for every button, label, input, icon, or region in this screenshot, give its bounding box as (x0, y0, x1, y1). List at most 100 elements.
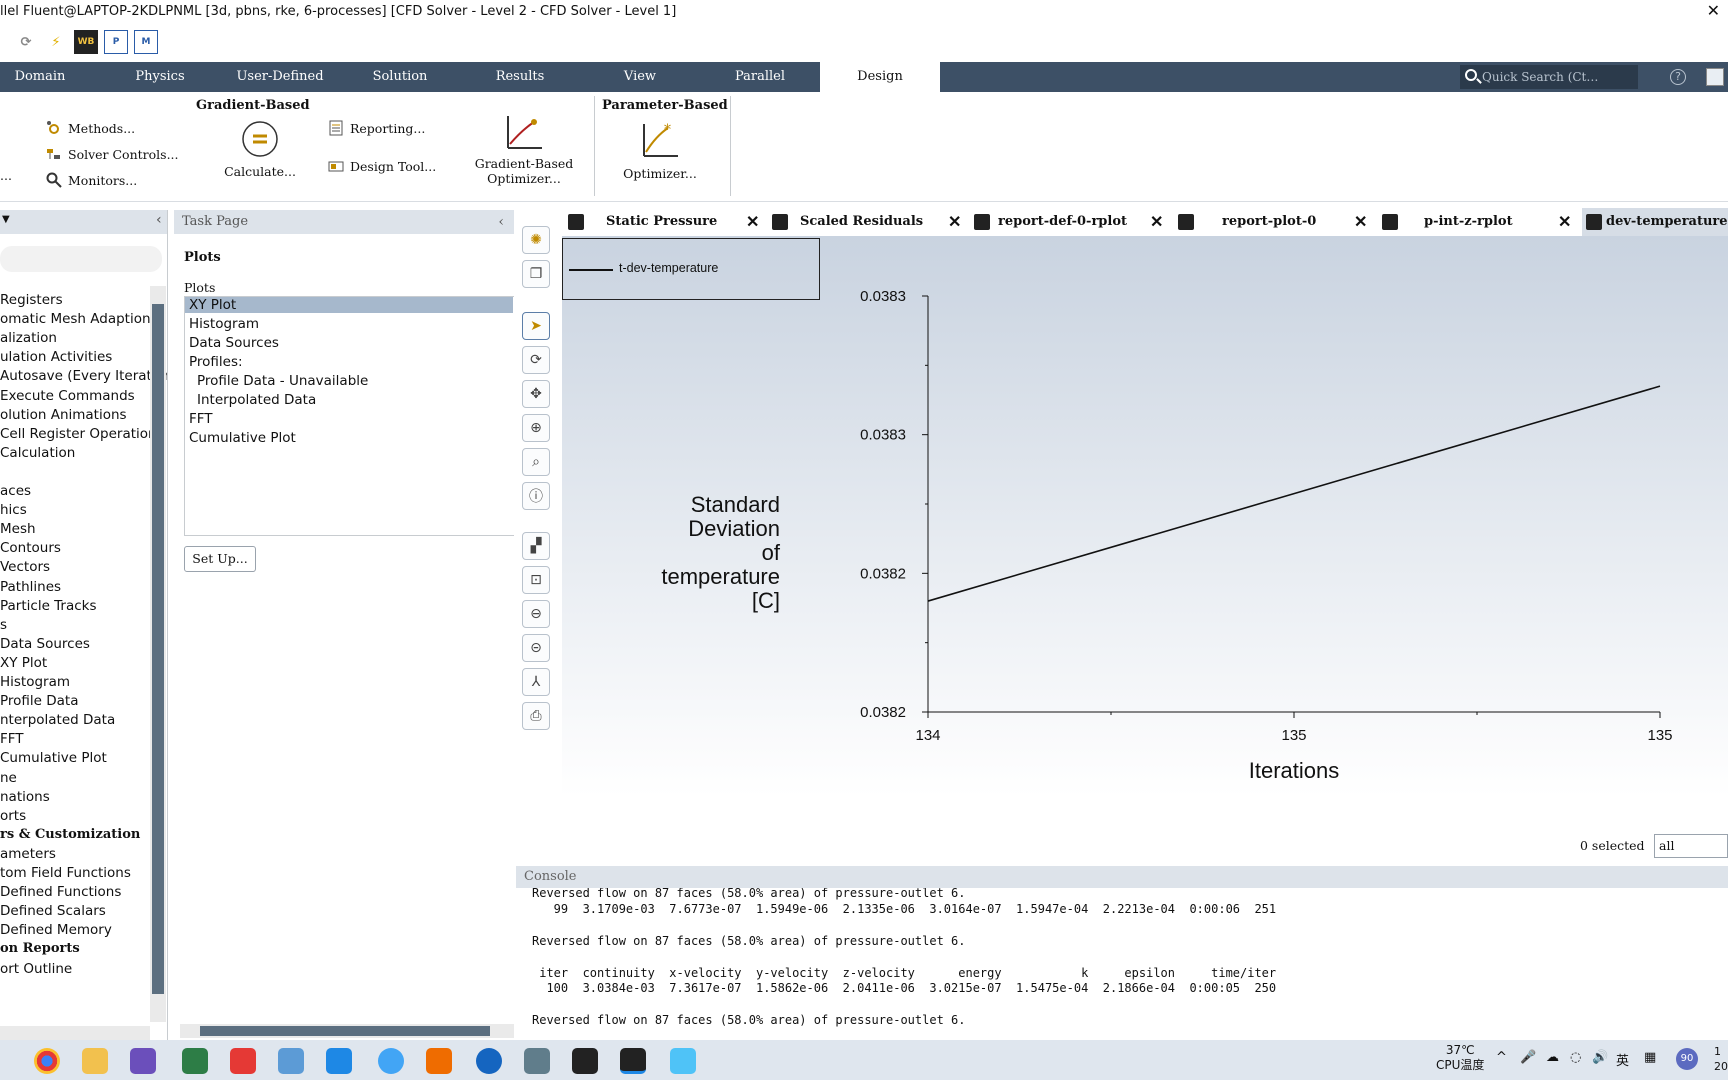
list-item-data-sources[interactable]: Data Sources (189, 335, 279, 351)
app-icon[interactable] (378, 1048, 404, 1074)
tree-search-input[interactable] (0, 246, 162, 272)
list-item-cumulative-plot[interactable]: Cumulative Plot (189, 430, 296, 446)
reporting-button[interactable]: Reporting... (328, 120, 425, 136)
tree-item[interactable]: ameters (0, 846, 56, 862)
tab-static-pressure[interactable]: Static Pressure ✕ (566, 208, 762, 236)
list-item-profile-data[interactable]: Profile Data - Unavailable (197, 373, 368, 389)
tree-item[interactable]: Registers (0, 292, 63, 308)
list-item-profiles[interactable]: Profiles: (189, 354, 243, 370)
file-explorer-icon[interactable] (82, 1048, 108, 1074)
tree-item[interactable]: alization (0, 330, 57, 346)
monitors-button[interactable]: Monitors... (46, 172, 137, 188)
close-tab-icon[interactable]: ✕ (948, 208, 961, 236)
fit-icon[interactable]: ▞ (522, 532, 550, 560)
microphone-tray-icon[interactable]: 🎤 (1520, 1050, 1536, 1065)
tab-design[interactable]: Design (820, 62, 940, 92)
close-tab-icon[interactable]: ✕ (1150, 208, 1163, 236)
zoom-in-icon[interactable]: ⊕ (522, 414, 550, 442)
tab-view[interactable]: View (600, 62, 680, 92)
wifi-icon[interactable]: ◌ (1570, 1050, 1581, 1065)
plot-area[interactable]: 0.0383 0.0383 0.0382 0.0382 134 135 135 Iterati… (562, 236, 1728, 826)
tree-item[interactable]: ort Outline (0, 961, 72, 977)
workbench-icon[interactable]: WB (74, 30, 98, 54)
tree-item[interactable]: Defined Memory (0, 922, 112, 938)
app-icon[interactable] (182, 1048, 208, 1074)
panel-toggle-icon[interactable] (1706, 68, 1724, 86)
console-output[interactable]: Reversed flow on 87 faces (58.0% area) o… (516, 888, 1728, 1038)
legend[interactable]: t-dev-temperature (562, 238, 820, 300)
tree-item[interactable]: Data Sources (0, 636, 90, 652)
list-item-xy-plot[interactable]: XY Plot (185, 297, 513, 313)
tree-item[interactable]: FFT (0, 731, 24, 747)
pointer-icon[interactable]: ➤ (522, 312, 550, 340)
tree-item[interactable]: olution Animations (0, 407, 127, 423)
tree-item[interactable]: omatic Mesh Adaption (0, 311, 151, 327)
app-icon[interactable] (670, 1048, 696, 1074)
volume-icon[interactable]: 🔊 (1592, 1050, 1608, 1065)
tree-item[interactable]: Autosave (Every Iteration (0, 368, 167, 384)
pan-icon[interactable]: ✥ (522, 380, 550, 408)
methods-button[interactable]: Methods... (46, 120, 135, 136)
window-close-button[interactable]: ✕ (1707, 0, 1720, 22)
tab-physics[interactable]: Physics (120, 62, 200, 92)
tree-item[interactable]: nterpolated Data (0, 712, 115, 728)
tree-scroll-thumb[interactable] (152, 304, 164, 994)
collapse-left-icon[interactable]: ‹ (156, 212, 162, 228)
chevron-up-icon[interactable]: ^ (1496, 1050, 1507, 1065)
quick-search-input[interactable]: Quick Search (Ct… (1460, 65, 1638, 89)
tree-item[interactable]: Mesh (0, 521, 36, 537)
parameters-icon[interactable]: P (104, 30, 128, 54)
tab-scaled-residuals[interactable]: Scaled Residuals ✕ (770, 208, 966, 236)
tree-item[interactable]: s (0, 617, 7, 633)
tab-solution[interactable]: Solution (360, 62, 440, 92)
close-tab-icon[interactable]: ✕ (746, 208, 759, 236)
app-icon[interactable] (130, 1048, 156, 1074)
tree-item[interactable]: orts (0, 808, 26, 824)
setup-button[interactable]: Set Up... (184, 546, 256, 572)
close-tab-icon[interactable]: ✕ (1558, 208, 1571, 236)
tree-section[interactable]: on Reports (0, 941, 80, 956)
tree-item[interactable]: Contours (0, 540, 61, 556)
tree-item[interactable]: aces (0, 483, 31, 499)
tree-item[interactable]: ulation Activities (0, 349, 112, 365)
zoom-out-icon[interactable]: ⊝ (522, 634, 550, 662)
display-options-icon[interactable]: ✺ (522, 226, 550, 254)
tree-section[interactable]: rs & Customization (0, 827, 140, 842)
tree-horizontal-scrollbar[interactable] (0, 1026, 150, 1040)
tree-item[interactable]: Cell Register Operations (0, 426, 164, 442)
tree-item[interactable]: nations (0, 789, 50, 805)
help-icon[interactable]: ? (1670, 69, 1686, 85)
tab-user-defined[interactable]: User-Defined (224, 62, 336, 92)
tab-parallel[interactable]: Parallel (720, 62, 800, 92)
microphone-icon[interactable] (426, 1048, 452, 1074)
tree-item[interactable]: ne (0, 770, 17, 786)
zoom-icon[interactable]: ⌕ (522, 448, 550, 476)
tree-item[interactable]: Pathlines (0, 579, 61, 595)
tree-item[interactable]: Calculation (0, 445, 75, 461)
solver-controls-button[interactable]: Solver Controls... (46, 146, 179, 162)
info-icon[interactable]: ⓘ (522, 482, 550, 510)
app-icon[interactable] (524, 1048, 550, 1074)
tab-results[interactable]: Results (480, 62, 560, 92)
tree-item[interactable]: hics (0, 502, 27, 518)
tree-item[interactable]: Vectors (0, 559, 50, 575)
app-icon[interactable] (476, 1048, 502, 1074)
tab-p-int-z-rplot[interactable]: p-int-z-rplot ✕ (1380, 208, 1576, 236)
tab-domain[interactable]: Domain (0, 62, 80, 92)
tree-item[interactable]: Cumulative Plot (0, 750, 107, 766)
tree-item[interactable]: Execute Commands (0, 388, 135, 404)
rotate-icon[interactable]: ⟳ (522, 346, 550, 374)
list-item-fft[interactable]: FFT (189, 411, 213, 427)
tree-item[interactable]: tom Field Functions (0, 865, 131, 881)
tab-dev-temperature[interactable]: dev-temperature- (1582, 208, 1728, 236)
design-tool-button[interactable]: Design Tool... (328, 158, 436, 174)
tree-item[interactable]: Defined Scalars (0, 903, 106, 919)
zoom-previous-icon[interactable]: ⊖ (522, 600, 550, 628)
tab-report-plot-0[interactable]: report-plot-0 ✕ (1176, 208, 1372, 236)
tree-item[interactable]: Defined Functions (0, 884, 121, 900)
collapse-task-icon[interactable]: ‹ (498, 210, 504, 234)
gradient-optimizer-button[interactable]: Gradient-Based Optimizer... (468, 112, 580, 186)
workbench-taskbar-icon[interactable] (572, 1048, 598, 1074)
clock[interactable]: 1 20 (1714, 1044, 1728, 1074)
lightning-icon[interactable]: ⚡ (44, 30, 68, 54)
